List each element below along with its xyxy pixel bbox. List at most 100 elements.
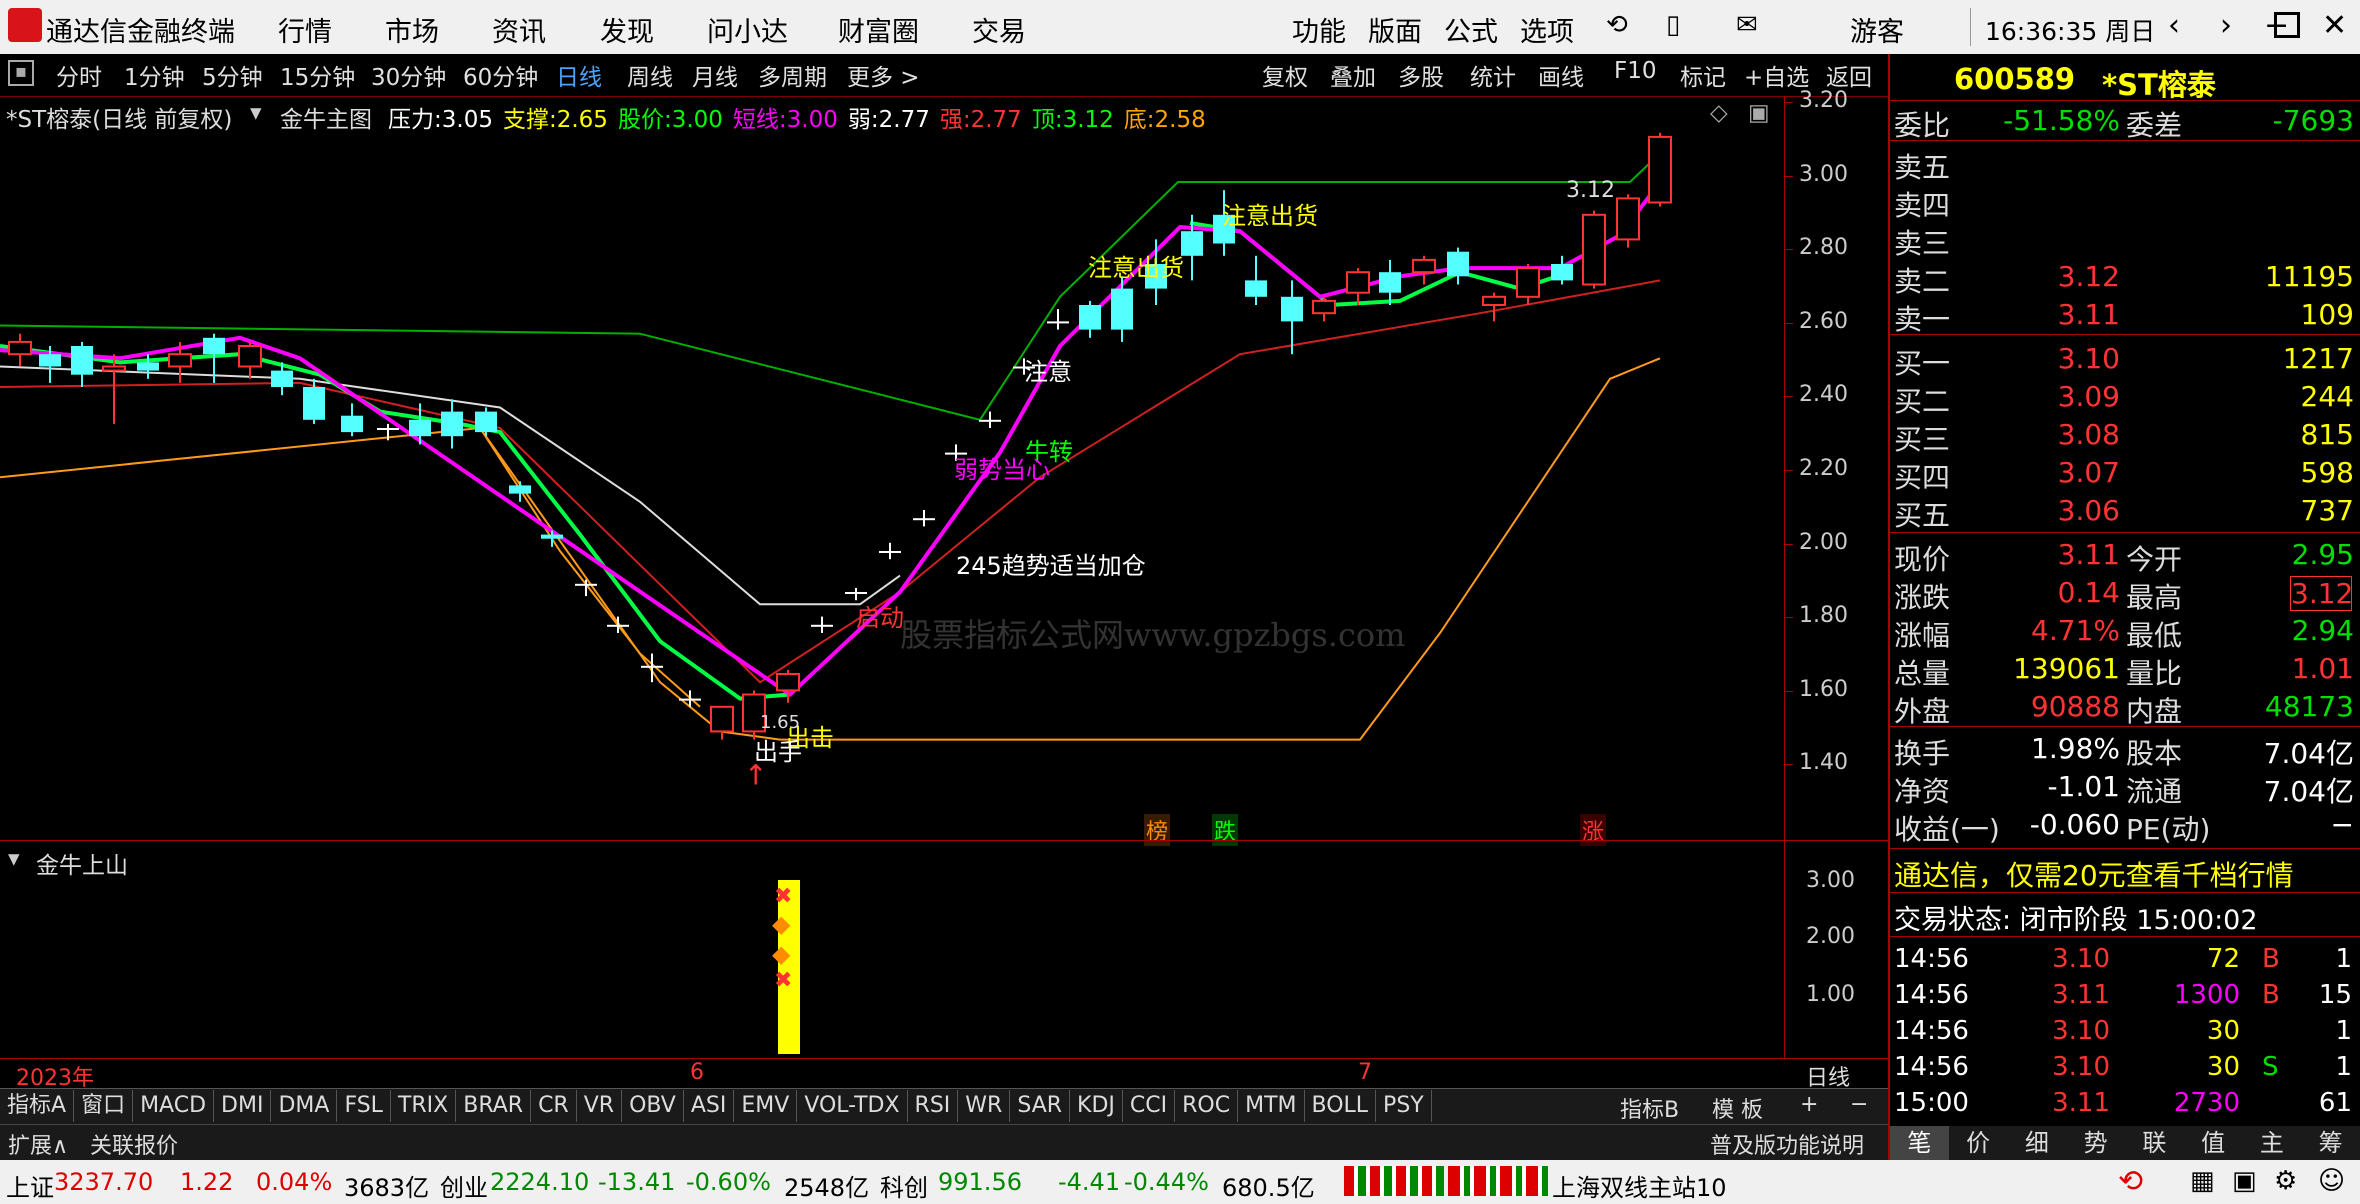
grid-icon[interactable]: ▦ bbox=[2190, 1166, 2215, 1196]
refresh-icon[interactable]: ⟲ bbox=[1606, 10, 1628, 40]
indicator-tab[interactable]: MTM bbox=[1238, 1090, 1305, 1122]
menu-caifuquan[interactable]: 财富圈 bbox=[838, 10, 919, 49]
indicator-tab[interactable]: 指标A bbox=[0, 1090, 75, 1122]
btn-tongji[interactable]: 统计 bbox=[1470, 58, 1516, 92]
kc-label[interactable]: 科创 bbox=[880, 1168, 928, 1203]
sub-chart[interactable] bbox=[0, 840, 1888, 1059]
settings-icon[interactable]: ⚙ bbox=[2274, 1166, 2297, 1196]
dropdown-icon[interactable]: ▾ bbox=[8, 846, 20, 872]
user-label[interactable]: 游客 bbox=[1850, 10, 1904, 49]
btn-duogu[interactable]: 多股 bbox=[1398, 58, 1444, 92]
candle-body[interactable] bbox=[238, 345, 262, 368]
quote-tab[interactable]: 价 bbox=[1949, 1126, 2008, 1160]
indicator-tab[interactable]: EMV bbox=[734, 1090, 798, 1122]
indicator-tab[interactable]: SAR bbox=[1010, 1090, 1071, 1122]
cy-label[interactable]: 创业 bbox=[440, 1168, 488, 1203]
refresh-icon[interactable]: ⟲ bbox=[2118, 1164, 2143, 1199]
menu-zixun[interactable]: 资讯 bbox=[492, 10, 546, 49]
period-daily[interactable]: 日线 bbox=[556, 58, 602, 92]
candle-body[interactable] bbox=[303, 387, 325, 420]
indicator-tab[interactable]: KDJ bbox=[1070, 1090, 1123, 1122]
tab-minus[interactable]: − bbox=[1850, 1092, 1868, 1117]
candle-body[interactable] bbox=[39, 354, 61, 367]
quote-tab[interactable]: 主 bbox=[2243, 1126, 2302, 1160]
indicator-tab[interactable]: PSY bbox=[1376, 1090, 1432, 1122]
back-arrow-icon[interactable]: ‹ bbox=[2168, 8, 2180, 43]
candle-body[interactable] bbox=[1648, 135, 1672, 204]
candle-body[interactable] bbox=[776, 673, 800, 692]
candle-body[interactable] bbox=[845, 592, 867, 594]
indicator-tab[interactable]: VOL-TDX bbox=[797, 1090, 908, 1122]
quote-tab[interactable]: 势 bbox=[2066, 1126, 2125, 1160]
candle-body[interactable] bbox=[811, 624, 833, 627]
indicator-tab[interactable]: FSL bbox=[337, 1090, 391, 1122]
candle-body[interactable] bbox=[679, 698, 701, 701]
maximize-icon[interactable] bbox=[2274, 12, 2300, 38]
server-name[interactable]: 上海双线主站10 bbox=[1552, 1168, 1727, 1203]
indicator-tab[interactable]: TRIX bbox=[391, 1090, 457, 1122]
indicator-tab[interactable]: OBV bbox=[622, 1090, 684, 1122]
candle-body[interactable] bbox=[1379, 272, 1401, 293]
indicator-tab[interactable]: WR bbox=[958, 1090, 1011, 1122]
menu-xuanxiang[interactable]: 选项 bbox=[1520, 10, 1574, 49]
period-5min[interactable]: 5分钟 bbox=[202, 58, 263, 92]
candle-body[interactable] bbox=[168, 353, 192, 368]
mail-icon[interactable]: ✉ bbox=[1736, 10, 1758, 40]
indicator-tab[interactable]: CCI bbox=[1123, 1090, 1176, 1122]
period-30min[interactable]: 30分钟 bbox=[371, 58, 446, 92]
menu-wenxiaoda[interactable]: 问小达 bbox=[707, 10, 788, 49]
user-icon[interactable]: ☺ bbox=[2318, 1166, 2345, 1196]
menu-faxian[interactable]: 发现 bbox=[600, 10, 654, 49]
period-multi[interactable]: 多周期 bbox=[758, 58, 827, 92]
quote-tab[interactable]: 筹 bbox=[2301, 1126, 2360, 1160]
period-60min[interactable]: 60分钟 bbox=[463, 58, 538, 92]
candle-body[interactable] bbox=[1181, 231, 1203, 256]
candle-body[interactable] bbox=[913, 518, 935, 521]
btn-zixuan[interactable]: +自选 bbox=[1744, 58, 1809, 92]
menu-banmian[interactable]: 版面 bbox=[1368, 10, 1422, 49]
menu-gongneng[interactable]: 功能 bbox=[1292, 10, 1346, 49]
window-toggle-icon[interactable]: ▪ bbox=[8, 60, 34, 86]
candle-body[interactable] bbox=[1582, 213, 1606, 286]
indicator-tab[interactable]: MACD bbox=[133, 1090, 215, 1122]
period-1min[interactable]: 1分钟 bbox=[124, 58, 185, 92]
quote-tab[interactable]: 值 bbox=[2184, 1126, 2243, 1160]
feature-help-link[interactable]: 普及版功能说明 bbox=[1710, 1128, 1864, 1160]
indicator-tab[interactable]: BRAR bbox=[456, 1090, 532, 1122]
candle-body[interactable] bbox=[1245, 280, 1267, 297]
btn-biaoji[interactable]: 标记 bbox=[1680, 58, 1726, 92]
candle-body[interactable] bbox=[1551, 264, 1573, 281]
period-fenshi[interactable]: 分时 bbox=[56, 58, 102, 92]
indicator-tab[interactable]: RSI bbox=[908, 1090, 959, 1122]
price-chart[interactable]: ↑ bbox=[0, 96, 1888, 840]
candle-body[interactable] bbox=[8, 340, 32, 356]
forward-arrow-icon[interactable]: › bbox=[2220, 8, 2232, 43]
period-weekly[interactable]: 周线 bbox=[627, 58, 673, 92]
quote-tab[interactable]: 笔 bbox=[1890, 1126, 1949, 1160]
candle-body[interactable] bbox=[1516, 267, 1540, 298]
market-breadth-icon[interactable] bbox=[1344, 1166, 1444, 1196]
candle-body[interactable] bbox=[641, 665, 663, 668]
candle-body[interactable] bbox=[1312, 299, 1336, 315]
period-15min[interactable]: 15分钟 bbox=[280, 58, 355, 92]
btn-f10[interactable]: F10 bbox=[1614, 58, 1657, 84]
market-breadth-icon[interactable] bbox=[1448, 1166, 1548, 1196]
menu-shichang[interactable]: 市场 bbox=[385, 10, 439, 49]
indicator-tab[interactable]: ASI bbox=[684, 1090, 735, 1122]
quote-tab[interactable]: 联 bbox=[2125, 1126, 2184, 1160]
candle-body[interactable] bbox=[341, 415, 363, 433]
candle-body[interactable] bbox=[271, 370, 293, 387]
indicator-tab[interactable]: ROC bbox=[1175, 1090, 1239, 1122]
period-more[interactable]: 更多 > bbox=[847, 58, 920, 92]
candle-body[interactable] bbox=[71, 346, 93, 375]
btn-diejia[interactable]: 叠加 bbox=[1330, 58, 1376, 92]
candle-body[interactable] bbox=[1111, 288, 1133, 330]
btn-fuquan[interactable]: 复权 bbox=[1262, 58, 1308, 92]
candle-body[interactable] bbox=[710, 705, 734, 733]
tab-related-quotes[interactable]: 关联报价 bbox=[90, 1128, 178, 1160]
indicator-tab[interactable]: VR bbox=[577, 1090, 623, 1122]
candle-body[interactable] bbox=[409, 419, 431, 437]
close-icon[interactable]: ✕ bbox=[2322, 8, 2347, 43]
tab-expand[interactable]: 扩展∧ bbox=[8, 1128, 68, 1160]
candle-body[interactable] bbox=[1447, 251, 1469, 277]
